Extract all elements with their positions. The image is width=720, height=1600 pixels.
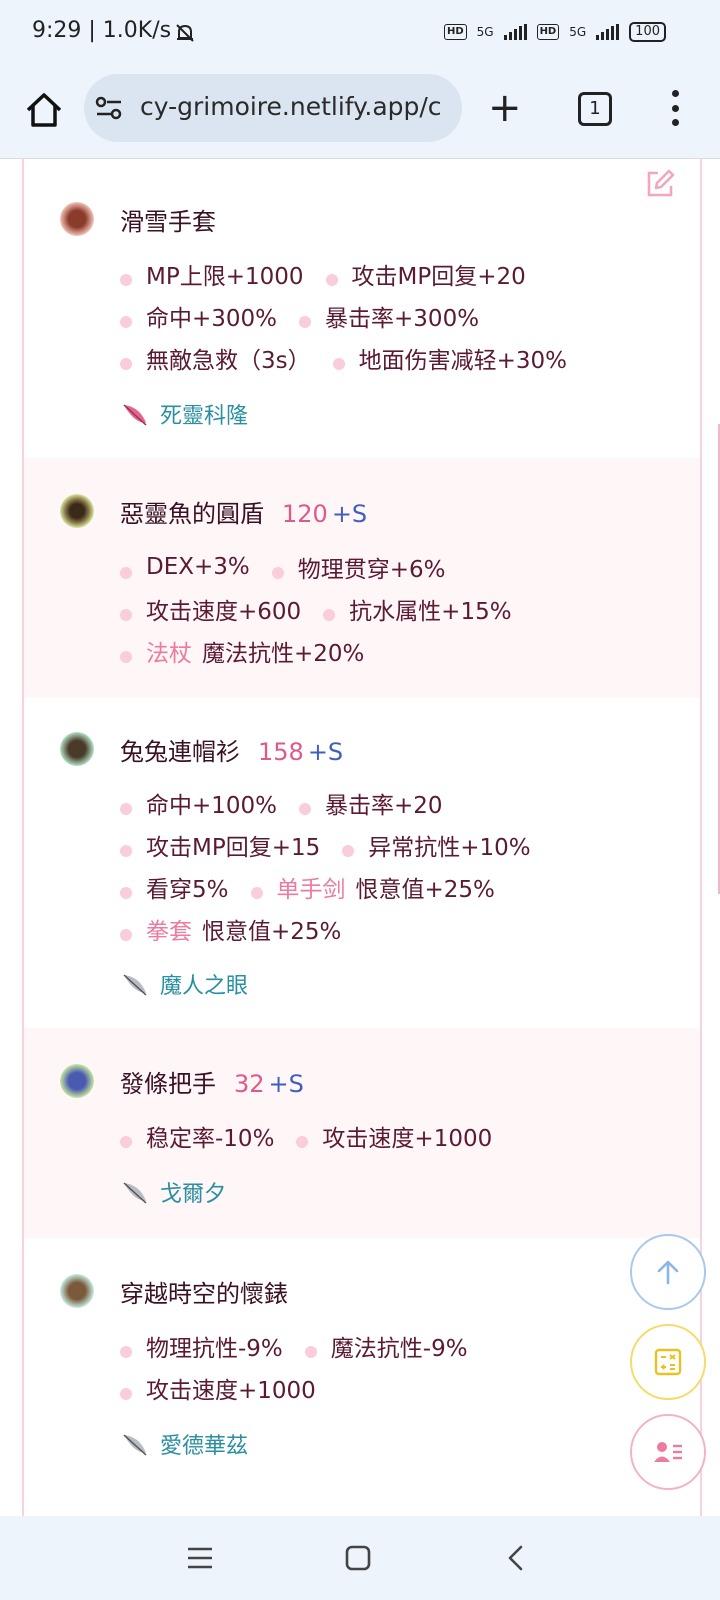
scroll-to-top-button[interactable] bbox=[630, 1234, 706, 1310]
item-source[interactable]: 死靈科隆 bbox=[120, 398, 248, 430]
grey-feather-icon bbox=[123, 974, 147, 996]
network-label-1: 5G bbox=[476, 25, 494, 39]
menu-icon[interactable] bbox=[186, 1544, 214, 1572]
item-source[interactable]: 戈爾夕 bbox=[120, 1176, 226, 1208]
item-source[interactable]: 魔人之眼 bbox=[120, 968, 248, 1000]
shield-icon bbox=[60, 494, 94, 528]
hd-icon: HD bbox=[443, 24, 467, 40]
browser-toolbar: cy-grimoire.netlify.app/c + 1 bbox=[0, 68, 720, 159]
address-bar[interactable]: cy-grimoire.netlify.app/c bbox=[84, 74, 462, 142]
grey-feather-icon bbox=[123, 1182, 147, 1204]
battery-icon: 100 bbox=[629, 22, 666, 42]
wizard-hat-icon bbox=[60, 1064, 94, 1098]
item-card[interactable]: 穿越時空的懷錶 物理抗性-9% 魔法抗性-9% 攻击速度+1000 愛德華茲 bbox=[24, 1238, 700, 1516]
contact-card-icon bbox=[654, 1442, 682, 1462]
item-stats: 稳定率-10% 攻击速度+1000 bbox=[120, 1115, 514, 1157]
status-indicators: HD 5G HD 5G 100 bbox=[443, 22, 666, 42]
back-icon[interactable] bbox=[502, 1544, 530, 1572]
item-name: 發條把手 32 +S bbox=[120, 1070, 304, 1098]
silent-bell-icon bbox=[176, 24, 194, 42]
item-name: 穿越時空的懷錶 bbox=[120, 1280, 288, 1308]
arrow-up-icon bbox=[657, 1260, 679, 1285]
calculator-icon bbox=[654, 1348, 682, 1376]
item-card[interactable]: 兔兔連帽衫 158 +S 命中+100% 暴击率+20 攻击MP回复+15 异常抗性+1… bbox=[24, 698, 700, 1028]
item-stats: DEX+3% 物理贯穿+6% 攻击速度+600 抗水属性+15% 法杖 魔法抗性+20… bbox=[120, 546, 534, 672]
item-name: 兔兔連帽衫 158 +S bbox=[120, 738, 344, 766]
hd-icon: HD bbox=[536, 24, 560, 40]
more-menu-icon[interactable] bbox=[672, 90, 680, 126]
pink-feather-icon bbox=[123, 404, 147, 426]
site-settings-icon[interactable] bbox=[94, 94, 124, 122]
item-name: 滑雪手套 bbox=[120, 208, 216, 236]
grey-feather-icon bbox=[123, 1434, 147, 1456]
calculator-button[interactable] bbox=[630, 1324, 706, 1400]
item-stats: 物理抗性-9% 魔法抗性-9% 攻击速度+1000 bbox=[120, 1325, 490, 1409]
network-label-2: 5G bbox=[569, 25, 587, 39]
gloves-icon bbox=[60, 202, 94, 236]
item-card[interactable]: 惡靈魚的圓盾 120 +S DEX+3% 物理贯穿+6% 攻击速度+600 抗水属性+1… bbox=[24, 458, 700, 698]
signal-icon bbox=[596, 24, 620, 40]
system-nav-bar bbox=[0, 1516, 720, 1600]
home-square-icon[interactable] bbox=[344, 1544, 372, 1572]
tab-count-button[interactable]: 1 bbox=[578, 92, 612, 126]
url-text[interactable]: cy-grimoire.netlify.app/c bbox=[140, 92, 456, 121]
item-stats: 命中+100% 暴击率+20 攻击MP回复+15 异常抗性+10% 看穿5% 单手剑恨… bbox=[120, 782, 553, 950]
item-name: 惡靈魚的圓盾 120 +S bbox=[120, 500, 368, 528]
hoodie-icon bbox=[60, 732, 94, 766]
status-bar: 9:29 | 1.0K/s HD 5G HD 5G 100 bbox=[0, 0, 720, 68]
item-card[interactable]: 滑雪手套 MP上限+1000 攻击MP回复+20 命中+300% 暴击率+300% … bbox=[24, 158, 700, 458]
new-tab-icon[interactable]: + bbox=[488, 88, 522, 128]
item-list: 滑雪手套 MP上限+1000 攻击MP回复+20 命中+300% 暴击率+300% … bbox=[22, 158, 702, 1516]
pocket-watch-icon bbox=[60, 1274, 94, 1308]
signal-icon bbox=[503, 24, 527, 40]
home-icon[interactable] bbox=[22, 88, 66, 132]
item-card[interactable]: 發條把手 32 +S 稳定率-10% 攻击速度+1000 戈爾夕 bbox=[24, 1028, 700, 1238]
status-time: 9:29 | 1.0K/s bbox=[32, 18, 172, 43]
profile-button[interactable] bbox=[630, 1414, 706, 1490]
item-source[interactable]: 愛德華茲 bbox=[120, 1428, 248, 1460]
item-stats: MP上限+1000 攻击MP回复+20 命中+300% 暴击率+300% 無敵急救（… bbox=[120, 253, 589, 379]
